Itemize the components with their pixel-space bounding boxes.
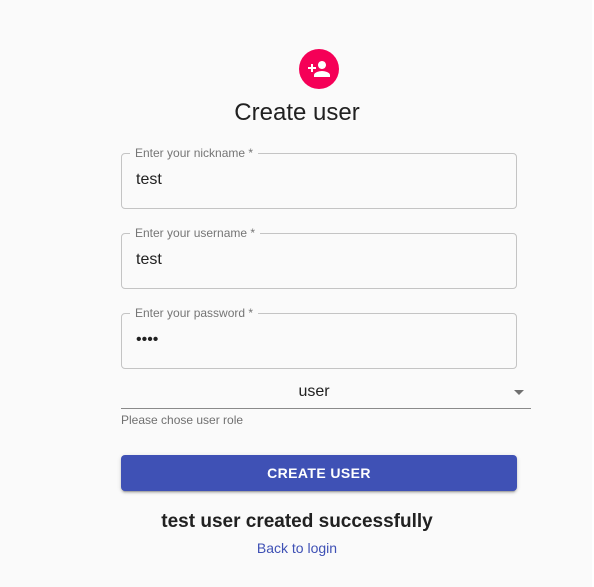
person-add-icon — [308, 61, 330, 77]
username-field[interactable]: Enter your username * — [121, 227, 517, 289]
success-message: test user created successfully — [161, 511, 433, 532]
create-user-button[interactable]: CREATE USER — [121, 455, 517, 491]
page-title: Create user — [234, 99, 360, 126]
back-link-container: Back to login — [0, 540, 594, 556]
password-field[interactable]: Enter your password * — [121, 307, 517, 369]
back-to-login-link[interactable]: Back to login — [257, 540, 337, 556]
avatar — [299, 49, 339, 89]
role-helper-text: Please chose user role — [121, 413, 244, 427]
username-input[interactable] — [122, 234, 516, 286]
nickname-input[interactable] — [122, 154, 516, 206]
role-select[interactable]: user — [121, 378, 531, 409]
dropdown-arrow-icon[interactable] — [514, 390, 524, 395]
password-input[interactable] — [122, 314, 516, 366]
nickname-field[interactable]: Enter your nickname * — [121, 147, 517, 209]
create-user-page: Create user Enter your nickname * Enter … — [0, 0, 594, 587]
role-select-value: user — [298, 383, 330, 400]
